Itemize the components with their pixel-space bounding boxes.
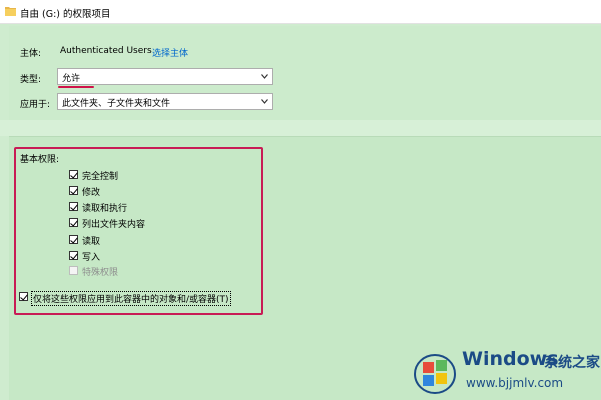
permission-label: 修改 — [82, 188, 101, 198]
windows-logo-icon — [414, 354, 456, 394]
watermark-site-name: 系统之家 — [544, 355, 600, 371]
principal-value: Authenticated Users — [60, 46, 152, 56]
permission-label: 读取和执行 — [82, 204, 128, 214]
select-principal-link[interactable]: 选择主体 — [152, 46, 188, 59]
apply-only-label[interactable]: 仅将这些权限应用到此容器中的对象和/或容器(T) — [31, 291, 231, 306]
type-dropdown[interactable]: 允许 — [57, 68, 273, 85]
permission-label: 写入 — [82, 253, 101, 263]
permission-checkbox[interactable] — [69, 235, 78, 244]
watermark: Windows 系统之家 www.bjjmlv.com — [410, 346, 601, 400]
section-separator — [0, 120, 601, 136]
chevron-down-icon — [261, 99, 268, 104]
permission-label: 读取 — [82, 237, 101, 247]
permission-checkbox[interactable] — [69, 186, 78, 195]
principal-label: 主体: — [20, 49, 42, 59]
title-bar: 自由 (G:) 的权限项目 — [0, 0, 601, 24]
chevron-down-icon — [261, 74, 268, 79]
permission-checkbox[interactable] — [69, 170, 78, 179]
apply-only-checkbox[interactable] — [19, 292, 28, 301]
permission-checkbox[interactable] — [69, 202, 78, 211]
type-underline-annotation — [58, 86, 94, 88]
apply-only-row[interactable] — [19, 290, 28, 304]
folder-icon — [5, 7, 16, 16]
applies-to-dropdown-value: 此文件夹、子文件夹和文件 — [62, 99, 171, 109]
watermark-url: www.bjjmlv.com — [466, 376, 564, 390]
applies-to-dropdown[interactable]: 此文件夹、子文件夹和文件 — [57, 93, 273, 110]
permission-checkbox — [69, 266, 78, 275]
permissions-highlight-annotation — [14, 147, 263, 315]
permission-checkbox[interactable] — [69, 251, 78, 260]
permission-label: 完全控制 — [82, 172, 119, 182]
basic-permissions-heading: 基本权限: — [20, 155, 60, 165]
applies-to-label: 应用于: — [20, 100, 51, 110]
permission-label: 列出文件夹内容 — [82, 220, 146, 230]
permission-checkbox[interactable] — [69, 218, 78, 227]
type-label: 类型: — [20, 75, 42, 85]
permission-label: 特殊权限 — [82, 268, 119, 278]
window-title: 自由 (G:) 的权限项目 — [20, 9, 111, 20]
type-dropdown-value: 允许 — [62, 74, 81, 84]
